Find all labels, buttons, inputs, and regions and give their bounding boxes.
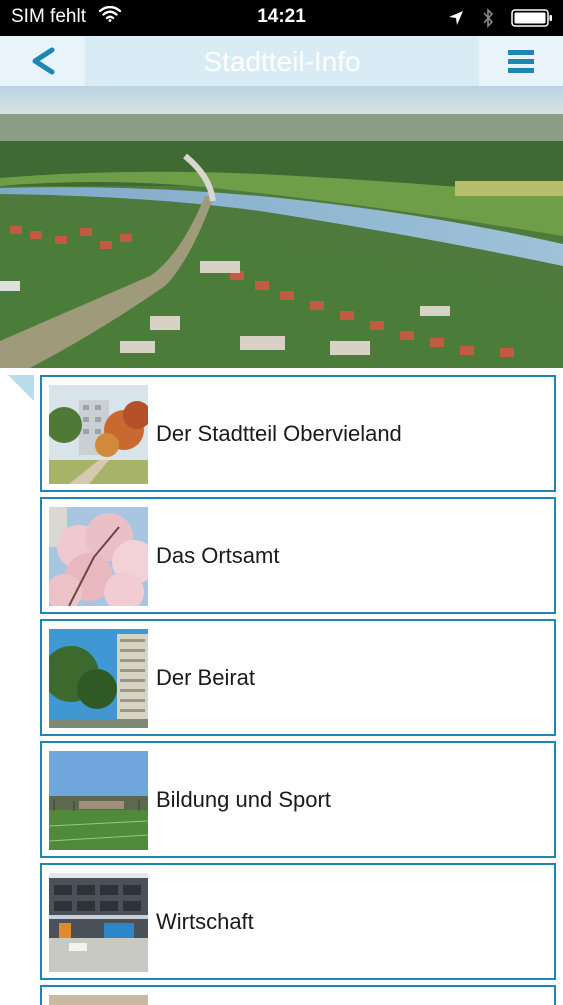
list-item-label: Das Ortsamt xyxy=(156,543,280,568)
list-item-label: Der Stadtteil Obervieland xyxy=(156,421,402,446)
list-item-wirtschaft[interactable]: Wirtschaft xyxy=(40,863,556,980)
list-item-label: Bildung und Sport xyxy=(156,787,331,812)
autumn-building-photo xyxy=(49,385,148,484)
location-arrow-icon xyxy=(448,10,464,32)
list-item-partial[interactable] xyxy=(40,985,556,1005)
topic-list: Der Stadtteil Obervieland Das Ortsamt De… xyxy=(40,375,556,985)
bluetooth-icon xyxy=(482,8,494,34)
corner-triangle-icon xyxy=(8,375,34,401)
status-right xyxy=(436,8,553,34)
page-title: Stadtteil-Info xyxy=(203,46,361,77)
battery-icon xyxy=(511,9,553,33)
list-item-label: Wirtschaft xyxy=(156,909,254,934)
list-item-bildung-sport[interactable]: Bildung und Sport xyxy=(40,741,556,858)
list-item-label: Der Beirat xyxy=(156,665,256,690)
sports-field-photo xyxy=(49,751,148,850)
list-item-ortsamt[interactable]: Das Ortsamt xyxy=(40,497,556,614)
partial-thumb xyxy=(49,995,148,1005)
hero-aerial-image xyxy=(0,86,563,368)
nav-title-area: Stadtteil-Info xyxy=(85,36,479,86)
chevron-left-icon xyxy=(32,47,55,75)
menu-button[interactable] xyxy=(479,36,563,86)
navigation-bar: Stadtteil-Info xyxy=(0,36,563,86)
status-bar: SIM fehlt 14:21 xyxy=(0,0,563,36)
back-button[interactable] xyxy=(0,36,85,86)
cherry-blossom-photo xyxy=(49,507,148,606)
aerial-city-photo xyxy=(0,86,563,368)
list-item-stadtteil[interactable]: Der Stadtteil Obervieland xyxy=(40,375,556,492)
tall-building-photo xyxy=(49,629,148,728)
list-item-beirat[interactable]: Der Beirat xyxy=(40,619,556,736)
hamburger-menu-icon xyxy=(508,50,534,73)
commercial-building-photo xyxy=(49,873,148,972)
